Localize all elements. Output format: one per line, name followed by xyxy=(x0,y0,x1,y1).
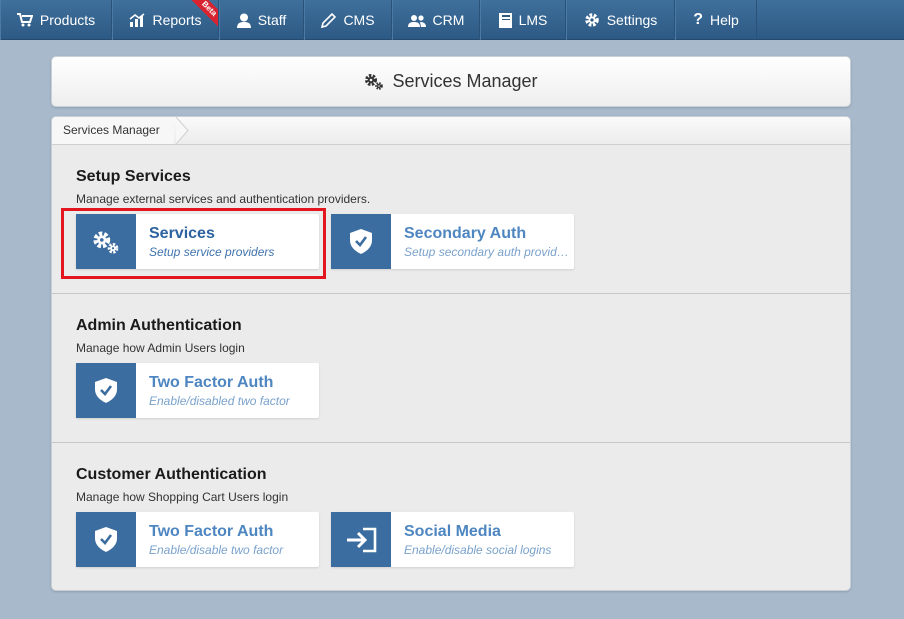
shield-check-icon xyxy=(350,229,372,254)
nav-label: CRM xyxy=(432,12,465,28)
top-nav: Products Reports Beta Staff CMS CRM LMS … xyxy=(0,0,904,40)
card-title: Social Media xyxy=(404,523,501,540)
cart-icon xyxy=(16,13,33,27)
card-title: Two Factor Auth xyxy=(149,374,274,391)
breadcrumb: Services Manager xyxy=(52,117,850,145)
social-media-card[interactable]: Social Media Enable/disable social login… xyxy=(331,512,574,567)
gears-icon xyxy=(365,74,384,90)
shield-check-icon xyxy=(95,378,117,403)
card-title: Secondary Auth xyxy=(404,225,527,242)
nav-item-help[interactable]: ? Help xyxy=(675,0,757,40)
breadcrumb-item[interactable]: Services Manager xyxy=(52,117,174,144)
section-description: Manage how Shopping Cart Users login xyxy=(76,490,289,504)
nav-item-staff[interactable]: Staff xyxy=(219,0,304,40)
nav-item-crm[interactable]: CRM xyxy=(392,0,480,40)
nav-item-products[interactable]: Products xyxy=(0,0,112,40)
users-icon xyxy=(407,14,426,27)
chart-icon xyxy=(130,13,145,27)
card-subtitle: Enable/disable social logins xyxy=(404,543,552,557)
section-title: Customer Authentication xyxy=(76,466,267,483)
nav-label: Reports xyxy=(152,12,202,28)
page-header: Services Manager xyxy=(51,56,851,107)
selection-highlight xyxy=(61,208,326,279)
card-title: Two Factor Auth xyxy=(149,523,274,540)
section-title: Setup Services xyxy=(76,168,191,185)
nav-label: CMS xyxy=(343,12,375,28)
pencil-icon xyxy=(321,12,337,28)
nav-label: Staff xyxy=(257,12,287,28)
nav-item-reports[interactable]: Reports Beta xyxy=(112,0,219,40)
section-description: Manage external services and authenticat… xyxy=(76,192,371,206)
main-panel: Services Manager Setup Services Manage e… xyxy=(51,116,851,591)
customer-two-factor-card[interactable]: Two Factor Auth Enable/disable two facto… xyxy=(76,512,319,567)
nav-label: Help xyxy=(709,12,739,28)
book-icon xyxy=(498,12,512,28)
nav-label: Products xyxy=(39,12,96,28)
nav-label: Settings xyxy=(606,12,658,28)
user-icon xyxy=(236,13,251,28)
section-divider xyxy=(52,293,850,294)
sign-in-icon xyxy=(347,527,377,552)
card-subtitle: Setup secondary auth providers xyxy=(404,245,569,259)
section-title: Admin Authentication xyxy=(76,317,242,334)
shield-check-icon xyxy=(95,527,117,552)
nav-item-lms[interactable]: LMS xyxy=(480,0,566,40)
card-subtitle: Enable/disable two factor xyxy=(149,543,284,557)
question-icon: ? xyxy=(693,11,703,28)
page-title: Services Manager xyxy=(392,71,538,91)
section-divider xyxy=(52,442,850,443)
nav-item-settings[interactable]: Settings xyxy=(566,0,675,40)
admin-two-factor-card[interactable]: Two Factor Auth Enable/disabled two fact… xyxy=(76,363,319,418)
card-subtitle: Enable/disabled two factor xyxy=(149,394,290,408)
section-description: Manage how Admin Users login xyxy=(76,341,245,355)
secondary-auth-card[interactable]: Secondary Auth Setup secondary auth prov… xyxy=(331,214,574,269)
nav-item-cms[interactable]: CMS xyxy=(304,0,392,40)
breadcrumb-arrow-icon xyxy=(176,117,189,144)
nav-label: LMS xyxy=(518,12,548,28)
gear-icon xyxy=(584,13,599,27)
